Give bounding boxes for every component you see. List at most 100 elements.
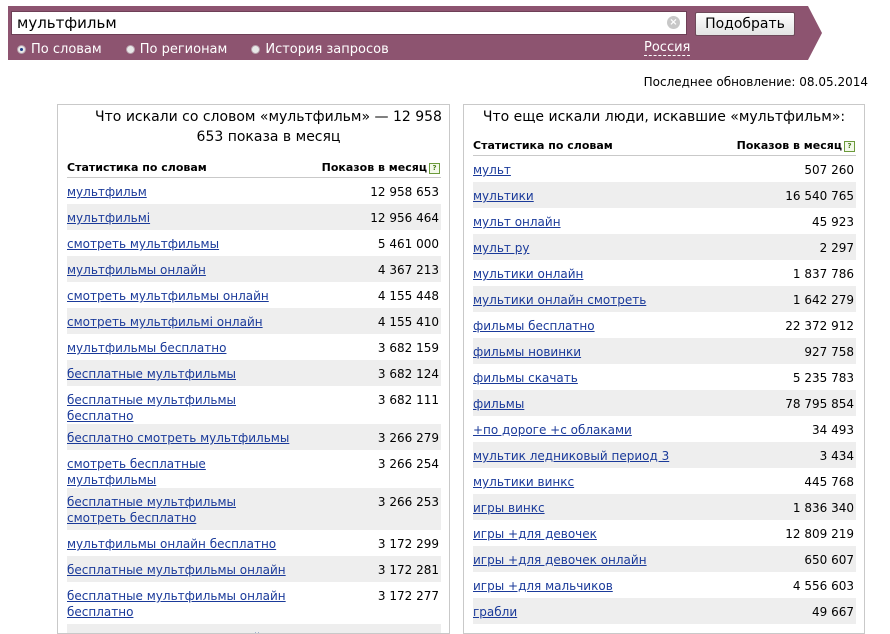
table-row: фильмы новинки 927 758 — [473, 338, 856, 364]
mode-label: По регионам — [139, 41, 228, 57]
phrase-link[interactable]: фильмы — [473, 396, 524, 412]
phrase-link[interactable]: мультфильмы бесплатно — [67, 340, 226, 356]
phrase-link[interactable]: фильмы скачать — [473, 370, 578, 386]
phrase-link[interactable]: мультфильмы смотреть онлайн бесплатно — [67, 630, 297, 633]
phrase-link[interactable]: бесплатные мультфильмы смотреть бесплатн… — [67, 494, 297, 526]
phrase-link[interactable]: игры +для мальчиков — [473, 578, 613, 594]
impressions-count: 16 540 765 — [785, 189, 854, 203]
table-row: бесплатные мультфильмы онлайн бесплатно 3… — [67, 582, 441, 624]
phrase-link[interactable]: бесплатные мультфильмы онлайн бесплатно — [67, 588, 297, 620]
col-count-header: Показов в месяц? — [737, 139, 855, 152]
table-row: мульт 507 260 — [473, 156, 856, 182]
phrase-link[interactable]: мультфильмы онлайн — [67, 262, 206, 278]
right-column-header: Статистика по словам Показов в месяц? — [473, 139, 856, 156]
right-results-list: мульт 507 260 мультики 16 540 765 мульт онла… — [473, 156, 856, 624]
impressions-count: 3 266 254 — [377, 457, 439, 471]
phrase-link[interactable]: мультфильмі — [67, 210, 150, 226]
phrase-link[interactable]: мульт онлайн — [473, 214, 561, 230]
phrase-link[interactable]: бесплатные мультфильмы — [67, 366, 236, 382]
phrase-link[interactable]: мультик ледниковый период 3 — [473, 448, 669, 464]
mode-label: По словам — [31, 41, 102, 57]
table-row: мультфильмы онлайн бесплатно 3 172 299 — [67, 530, 441, 556]
table-row: игры винкс 1 836 340 — [473, 494, 856, 520]
phrase-link[interactable]: мультфильм — [67, 184, 147, 200]
mode-by-regions[interactable]: По регионам — [125, 41, 228, 57]
impressions-count: 3 434 — [819, 449, 854, 463]
impressions-count: 507 260 — [804, 163, 854, 177]
impressions-count: 445 768 — [804, 475, 854, 489]
mode-by-words[interactable]: По словам — [17, 42, 102, 57]
phrase-link[interactable]: фильмы новинки — [473, 344, 581, 360]
table-row: бесплатные мультфильмы бесплатно 3 682 11… — [67, 386, 441, 424]
impressions-count: 3 682 124 — [377, 367, 439, 381]
table-row: смотреть мультфильмы 5 461 000 — [67, 230, 441, 256]
help-icon[interactable]: ? — [429, 162, 440, 174]
radio-checked-icon[interactable] — [17, 44, 26, 54]
impressions-count: 3 682 111 — [377, 393, 439, 407]
impressions-count: 4 155 448 — [377, 289, 439, 303]
impressions-count: 3 172 299 — [377, 537, 439, 551]
table-row: мультфильмы бесплатно 3 682 159 — [67, 334, 441, 360]
region-link[interactable]: Россия — [644, 41, 691, 56]
radio-unchecked-icon[interactable] — [125, 44, 135, 54]
phrase-link[interactable]: игры винкс — [473, 500, 545, 516]
phrase-link[interactable]: игры +для девочек онлайн — [473, 552, 647, 568]
table-row: грабли 49 667 — [473, 598, 856, 624]
phrase-link[interactable]: мультики винкс — [473, 474, 574, 490]
phrase-link[interactable]: мультики онлайн — [473, 266, 583, 282]
help-icon[interactable]: ? — [844, 140, 855, 152]
table-row: фильмы скачать 5 235 783 — [473, 364, 856, 390]
impressions-count: 78 795 854 — [785, 397, 854, 411]
search-bar-arrow — [808, 6, 822, 60]
col-count-header: Показов в месяц? — [322, 161, 440, 174]
submit-button[interactable]: Подобрать — [695, 12, 795, 36]
phrase-link[interactable]: мультики — [473, 188, 534, 204]
radio-unchecked-icon[interactable] — [251, 44, 261, 54]
impressions-count: 3 077 008 — [378, 630, 439, 633]
mode-label: История запросов — [265, 41, 389, 57]
table-row: +по дороге +с облаками 34 493 — [473, 416, 856, 442]
table-row: бесплатно смотреть мультфильмы 3 266 279 — [67, 424, 441, 450]
impressions-count: 4 155 410 — [377, 315, 439, 329]
table-row: мульт ру 2 297 — [473, 234, 856, 260]
clear-icon[interactable]: × — [667, 16, 680, 29]
table-row: мультфильмы онлайн 4 367 213 — [67, 256, 441, 282]
impressions-count: 4 556 603 — [792, 579, 854, 593]
phrase-link[interactable]: мульт — [473, 162, 511, 178]
phrase-link[interactable]: фильмы бесплатно — [473, 318, 595, 334]
search-box: × — [11, 11, 687, 35]
table-row: игры +для мальчиков 4 556 603 — [473, 572, 856, 598]
phrase-link[interactable]: бесплатные мультфильмы онлайн — [67, 562, 286, 578]
impressions-count: 1 837 786 — [792, 267, 854, 281]
phrase-link[interactable]: смотреть мультфильмы — [67, 236, 219, 252]
impressions-count: 4 367 213 — [377, 263, 439, 277]
phrase-link[interactable]: смотреть мультфильмі онлайн — [67, 314, 263, 330]
phrase-link[interactable]: грабли — [473, 604, 517, 620]
table-row: бесплатные мультфильмы онлайн 3 172 281 — [67, 556, 441, 582]
impressions-count: 650 607 — [804, 553, 854, 567]
phrase-link[interactable]: мультики онлайн смотреть — [473, 292, 646, 308]
impressions-count: 22 372 912 — [785, 319, 854, 333]
phrase-link[interactable]: мультфильмы онлайн бесплатно — [67, 536, 276, 552]
impressions-count: 3 172 281 — [377, 563, 439, 577]
search-input[interactable] — [12, 12, 662, 34]
phrase-link[interactable]: мульт ру — [473, 240, 529, 256]
right-panel: Что еще искали люди, искавшие «мультфиль… — [463, 104, 865, 634]
mode-history[interactable]: История запросов — [251, 41, 389, 57]
phrase-link[interactable]: смотреть мультфильмы онлайн — [67, 288, 269, 304]
phrase-link[interactable]: +по дороге +с облаками — [473, 422, 632, 438]
phrase-link[interactable]: бесплатно смотреть мультфильмы — [67, 430, 289, 446]
table-row: игры +для девочек 12 809 219 — [473, 520, 856, 546]
phrase-link[interactable]: смотреть бесплатные мультфильмы — [67, 456, 297, 488]
impressions-count: 12 809 219 — [785, 527, 854, 541]
table-row: мультфильмы смотреть онлайн бесплатно 3 0… — [67, 624, 441, 633]
table-row: мультики винкс 445 768 — [473, 468, 856, 494]
table-row: бесплатные мультфильмы 3 682 124 — [67, 360, 441, 386]
phrase-link[interactable]: бесплатные мультфильмы бесплатно — [67, 392, 297, 424]
impressions-count: 927 758 — [804, 345, 854, 359]
phrase-link[interactable]: игры +для девочек — [473, 526, 597, 542]
left-results-list: мультфильм 12 958 653 мультфильмі 12 956 46… — [67, 178, 441, 633]
left-panel: Что искали со словом «мультфильм» — 12 9… — [57, 104, 450, 634]
left-column-header: Статистика по словам Показов в месяц? — [67, 161, 441, 178]
left-panel-title: Что искали со словом «мультфильм» — 12 9… — [95, 109, 442, 145]
